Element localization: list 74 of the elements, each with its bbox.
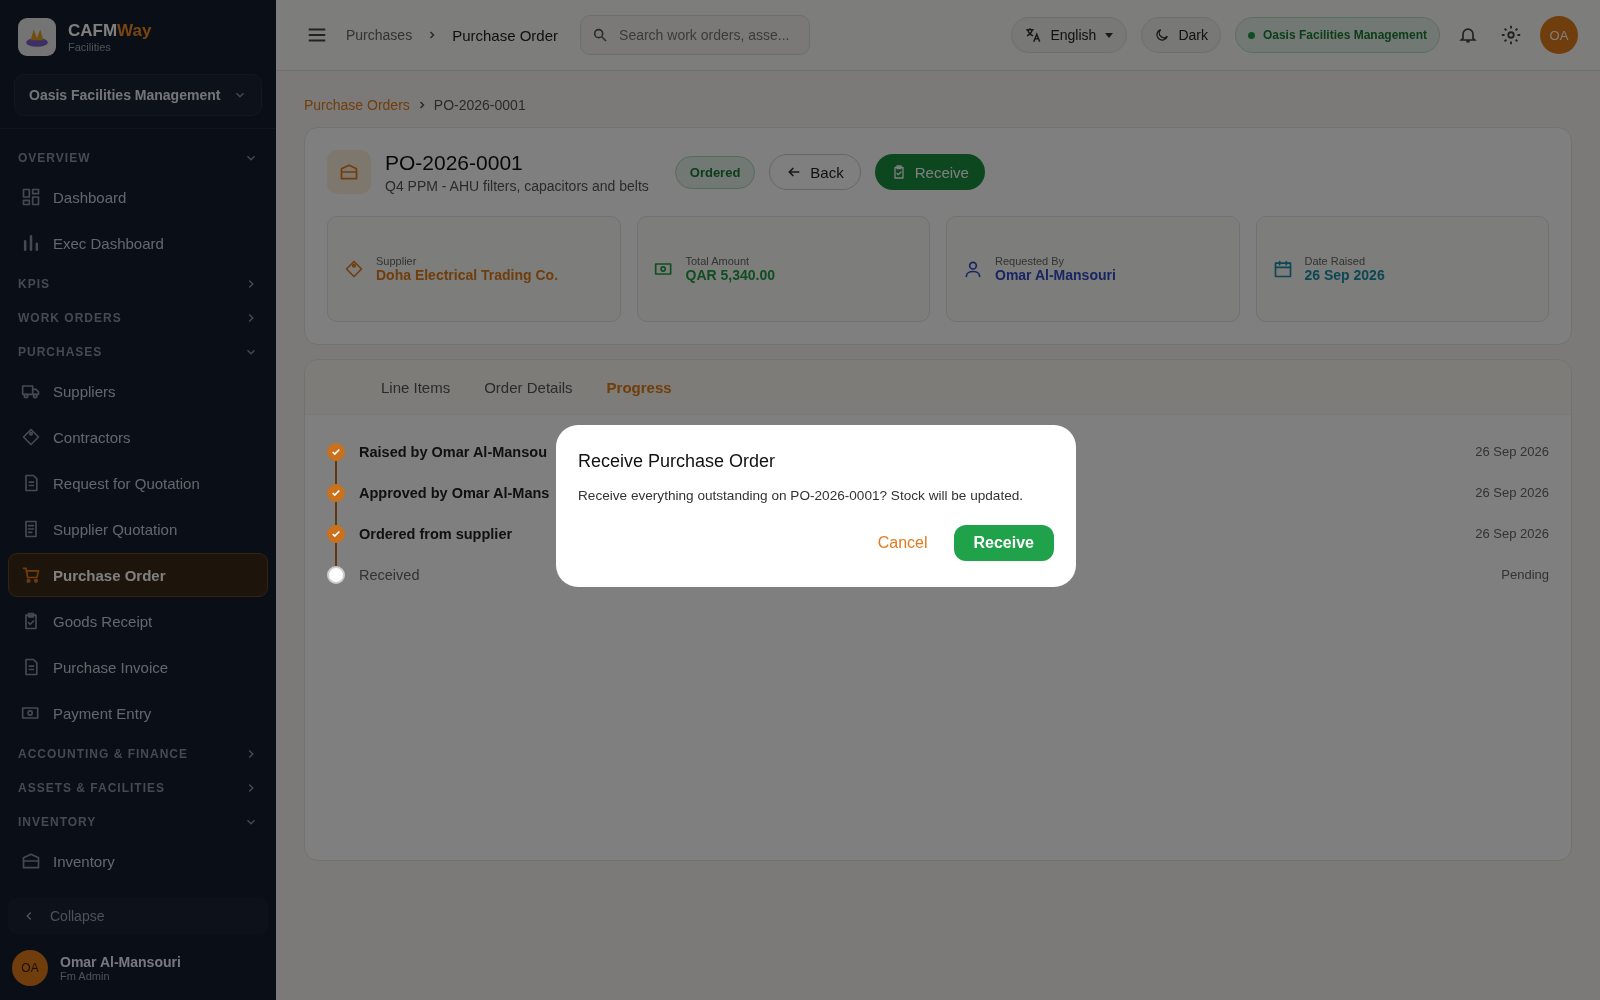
sidebar-item[interactable]: Exec Dashboard — [8, 221, 268, 265]
section-heading[interactable]: WORK ORDERS — [18, 311, 122, 325]
section-heading[interactable]: PURCHASES — [18, 345, 103, 359]
organization-badge[interactable]: Oasis Facilities Management — [1234, 17, 1440, 53]
step-title: Ordered from supplier — [359, 525, 513, 542]
moon-icon — [1154, 27, 1171, 43]
dialog-message: Receive everything outstanding on PO-2026-0001? Stock will be updated. — [578, 488, 1025, 503]
section-heading[interactable]: ASSETS & FACILITIES — [18, 781, 165, 795]
order-description: Q4 PPM - AHU filters, capacitors and belts — [385, 177, 649, 194]
step-title: Raised by Omar Al-Mansou — [359, 443, 547, 460]
section-heading[interactable]: ACCOUNTING & FINANCE — [18, 747, 188, 761]
user-avatar[interactable]: OA — [12, 950, 48, 986]
sidebar-item[interactable]: Supplier Quotation — [8, 507, 268, 551]
breadcrumb-link[interactable]: Purchases — [346, 27, 413, 43]
tab[interactable]: Order Details — [484, 378, 573, 396]
dialog-title: Receive Purchase Order — [578, 451, 777, 472]
organization-selector[interactable]: Oasis Facilities Management — [14, 74, 262, 116]
back-button[interactable]: Back — [769, 154, 861, 190]
info-label: Total Amount — [685, 255, 751, 267]
sidebar-item[interactable]: Purchase Order — [8, 553, 268, 597]
section-heading[interactable]: INVENTORY — [18, 815, 97, 829]
sidebar-item[interactable]: Contractors — [8, 415, 268, 459]
step-title: Received — [359, 566, 420, 583]
sidebar-item[interactable]: Dashboard — [8, 175, 268, 219]
sidebar-item[interactable]: Inventory — [8, 839, 268, 883]
sidebar-item[interactable]: Suppliers — [8, 369, 268, 413]
translate-icon — [1024, 26, 1043, 44]
info-label: Date Raised — [1304, 255, 1367, 267]
step-date: 26 Sep 2026 — [1475, 485, 1549, 500]
app-logo — [18, 18, 56, 56]
breadcrumb-link[interactable]: Purchase Orders — [304, 97, 410, 113]
step-date: 26 Sep 2026 — [1475, 526, 1549, 541]
language-selector[interactable]: English — [1011, 17, 1128, 53]
status-badge: Ordered — [674, 155, 756, 189]
breadcrumb-current: PO-2026-0001 — [433, 97, 526, 113]
box-icon — [21, 851, 41, 871]
cancel-button[interactable]: Cancel — [871, 533, 934, 553]
sidebar-item[interactable]: Purchase Invoice — [8, 645, 268, 689]
calendar-icon — [1272, 259, 1293, 279]
breadcrumb-current: Purchase Order — [452, 26, 559, 44]
search-icon — [592, 27, 609, 43]
section-heading[interactable]: OVERVIEW — [18, 151, 91, 165]
section-heading[interactable]: KPIS — [18, 277, 50, 291]
info-value: QAR 5,340.00 — [685, 267, 775, 283]
info-value: Doha Electrical Trading Co. — [376, 267, 559, 283]
bar-chart-icon — [21, 233, 41, 253]
info-value: 26 Sep 2026 — [1304, 267, 1385, 283]
order-number: PO-2026-0001 — [385, 150, 524, 175]
tag-icon — [344, 259, 364, 279]
info-label: Supplier — [376, 255, 418, 267]
cart-icon — [21, 565, 41, 585]
sidebar-item[interactable]: Payment Entry — [8, 691, 268, 735]
person-icon — [963, 259, 983, 279]
search-field[interactable]: Search work orders, asse... — [580, 15, 811, 55]
step-title: Approved by Omar Al-Mans — [359, 484, 550, 501]
tab[interactable]: Progress — [606, 378, 672, 396]
caret-icon — [1104, 30, 1115, 40]
theme-toggle[interactable]: Dark — [1141, 17, 1221, 53]
step-date: Pending — [1501, 567, 1549, 582]
sidebar-item[interactable]: Request for Quotation — [8, 461, 268, 505]
tab[interactable]: Line Items — [381, 378, 451, 396]
user-avatar[interactable]: OA — [1540, 16, 1578, 54]
brand-name: CAFMWay — [68, 21, 152, 41]
user-role: Fm Admin — [60, 970, 111, 982]
step-date: 26 Sep 2026 — [1475, 444, 1549, 459]
brand-subtitle: Facilities — [68, 41, 112, 53]
grid-icon — [21, 187, 41, 207]
info-value: Omar Al-Mansouri — [995, 267, 1116, 283]
receive-button[interactable]: Receive — [874, 154, 985, 190]
user-name: Omar Al-Mansouri — [60, 954, 181, 970]
info-label: Requested By — [995, 255, 1066, 267]
sidebar-item[interactable]: Goods Receipt — [8, 599, 268, 643]
confirm-button[interactable]: Receive — [953, 525, 1054, 561]
tag-icon — [21, 427, 41, 447]
